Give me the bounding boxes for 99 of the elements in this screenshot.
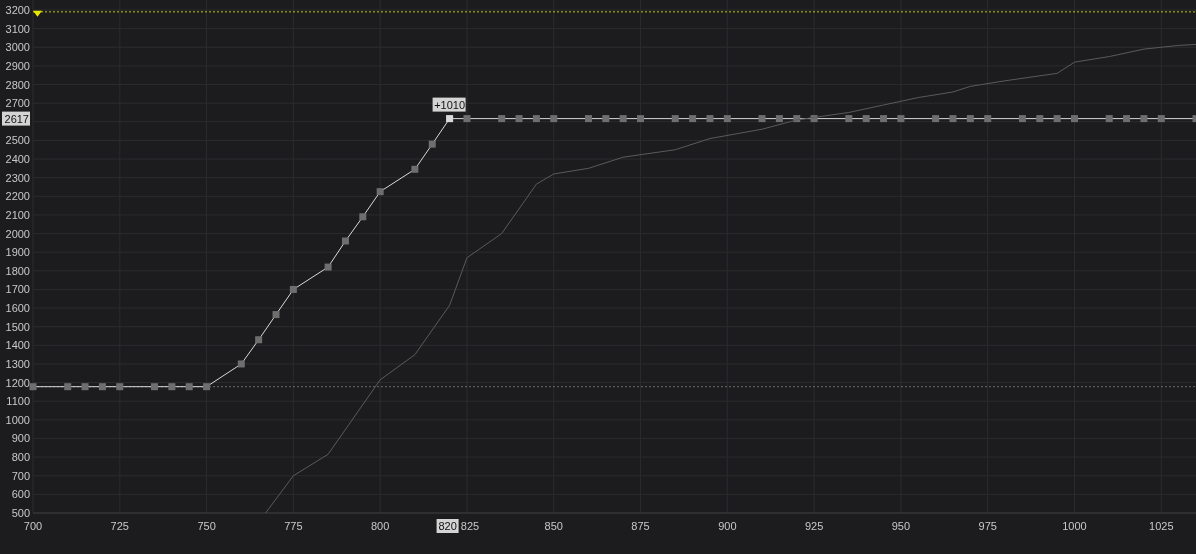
axis-label: 1600: [5, 302, 30, 315]
data-point: [237, 360, 245, 368]
data-point: [116, 383, 124, 391]
value-label: 2617: [2, 111, 30, 126]
axis-label: 2200: [5, 190, 30, 203]
data-point: [1123, 115, 1131, 123]
axis-label: 1300: [5, 357, 30, 370]
data-point: [359, 213, 367, 221]
axis-label: 1800: [5, 264, 30, 277]
axis-label: 800: [371, 520, 390, 532]
data-point: [341, 237, 349, 245]
data-point: [949, 115, 957, 123]
data-point: [1192, 115, 1196, 123]
axis-label: 700: [23, 520, 43, 532]
data-point: [637, 115, 645, 123]
axis-label: 2700: [5, 97, 30, 110]
axis-label: 875: [631, 520, 650, 532]
data-point: [671, 115, 679, 123]
data-point: [532, 115, 540, 123]
axis-label: 600: [11, 488, 30, 501]
data-point: [1071, 115, 1078, 123]
data-point: [880, 115, 888, 123]
triangle-marker-icon[interactable]: [33, 10, 42, 17]
data-point: [706, 115, 714, 123]
axis-label: 950: [891, 520, 911, 532]
axis-label: 750: [197, 520, 216, 532]
axis-label: 2300: [5, 171, 30, 184]
axis-label: 1100: [6, 395, 30, 408]
data-point: [602, 115, 610, 123]
data-point: [862, 115, 870, 123]
data-point: [168, 383, 176, 391]
data-point: [897, 115, 905, 123]
data-point: [689, 115, 697, 123]
data-point: [515, 115, 523, 123]
data-point: [966, 115, 974, 123]
data-point: [29, 383, 37, 391]
data-point: [1036, 115, 1044, 123]
axis-label: 3100: [5, 22, 30, 35]
data-point: [498, 115, 506, 123]
axis-label: 825: [460, 520, 480, 532]
data-point: [984, 115, 992, 123]
axis-label: 1400: [5, 339, 30, 352]
value-label: +1010: [432, 97, 466, 112]
data-point: [1018, 115, 1026, 123]
data-point: [1105, 115, 1113, 123]
data-point: [810, 115, 818, 123]
data-point: [81, 383, 89, 391]
data-point: [932, 115, 940, 123]
data-point: [758, 115, 766, 123]
axis-label: 725: [110, 520, 129, 532]
axis-label: 2500: [5, 134, 30, 147]
axis-label: 900: [718, 520, 737, 532]
axis-label: 900: [11, 432, 30, 445]
data-point: [255, 336, 263, 344]
axis-label: 975: [978, 520, 997, 532]
axis-label: 1500: [5, 320, 30, 333]
data-point: [428, 140, 436, 148]
data-point: [550, 115, 558, 123]
data-point: [1157, 115, 1165, 123]
data-point: [185, 383, 193, 391]
axis-label: 1200: [5, 376, 30, 389]
axis-label: 1000: [5, 413, 30, 426]
axis-label: 500: [11, 507, 30, 519]
data-point: [793, 115, 801, 123]
axis-label: 2100: [5, 208, 30, 221]
axis-label: 2900: [5, 59, 30, 72]
data-point: [289, 285, 297, 293]
value-label: 820: [436, 519, 459, 533]
axis-label: 2400: [5, 153, 30, 166]
axis-label: 1025: [1149, 520, 1174, 532]
axis-label: 850: [544, 520, 563, 532]
axis-label: 2000: [5, 227, 30, 240]
data-point: [411, 165, 419, 173]
data-point: [203, 383, 211, 391]
data-point: [1140, 115, 1148, 123]
data-point: [584, 115, 592, 123]
highlighted-point: [446, 115, 454, 123]
data-point: [376, 188, 384, 196]
axis-label: 925: [804, 520, 824, 532]
data-point: [324, 263, 332, 271]
data-point: [98, 383, 106, 391]
data-point: [463, 115, 471, 123]
axis-label: 700: [11, 469, 30, 482]
axis-label: 3000: [5, 41, 30, 54]
data-point: [64, 383, 72, 391]
data-point: [272, 311, 280, 319]
axis-label: 1700: [5, 283, 30, 296]
axis-label: 2800: [5, 78, 30, 91]
data-point: [1053, 115, 1061, 123]
axis-label: 3200: [5, 4, 30, 16]
axis-label: 775: [284, 520, 303, 532]
data-point: [619, 115, 627, 123]
data-point: [151, 383, 158, 391]
axis-label: 800: [11, 451, 30, 464]
data-point: [723, 115, 731, 123]
axis-label: 1000: [1062, 520, 1087, 532]
data-point: [845, 115, 853, 123]
axis-label: 1900: [5, 246, 30, 259]
data-point: [775, 115, 783, 123]
